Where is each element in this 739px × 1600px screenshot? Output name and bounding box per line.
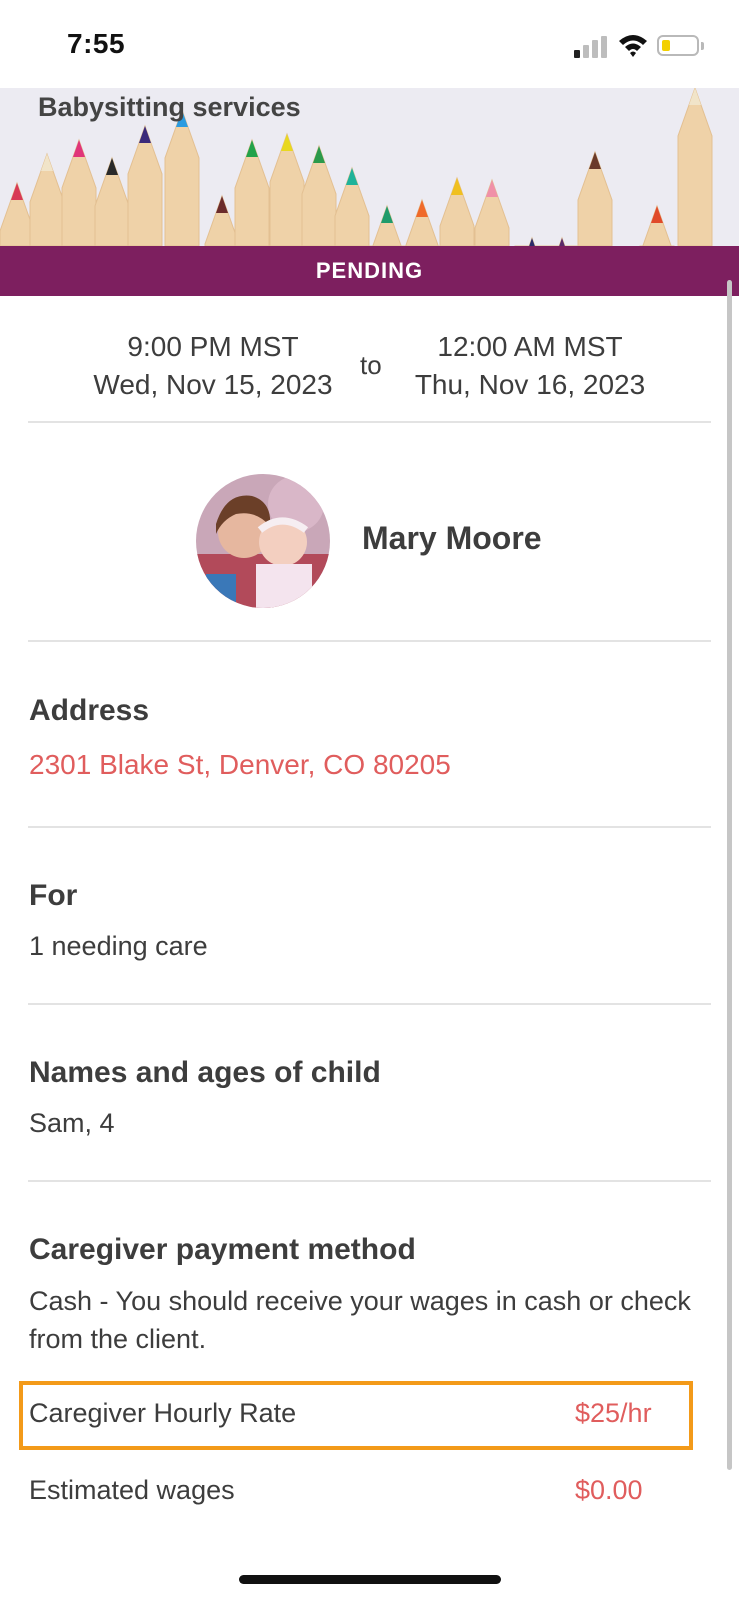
divider [28,1180,711,1182]
end-datetime: 12:00 AM MST Thu, Nov 16, 2023 [400,328,660,404]
end-time: 12:00 AM MST [437,331,623,362]
start-date: Wed, Nov 15, 2023 [93,369,333,400]
for-label: For [29,879,78,912]
divider [28,826,711,828]
client-avatar[interactable] [196,474,330,608]
for-value: 1 needing care [29,931,208,961]
divider [28,1003,711,1005]
hourly-rate-label: Caregiver Hourly Rate [29,1398,297,1428]
divider [28,640,711,642]
status-bar: 7:55 [0,0,739,88]
battery-icon [657,35,699,56]
children-label: Names and ages of child [29,1056,381,1089]
status-time: 7:55 [67,28,126,59]
wifi-icon [619,35,647,57]
payment-method-value: Cash - You should receive your wages in … [29,1286,691,1354]
address-label: Address [29,694,150,727]
home-indicator[interactable] [239,1575,501,1584]
children-value: Sam, 4 [29,1108,115,1138]
hourly-rate-value: $25/hr [575,1398,652,1428]
end-date: Thu, Nov 16, 2023 [414,369,646,400]
address-link[interactable]: 2301 Blake St, Denver, CO 80205 [29,749,451,781]
header-banner: Babysitting services [0,88,739,246]
divider [28,421,711,423]
estimated-wages-value: $0.00 [575,1475,643,1505]
status-badge: PENDING [0,246,739,296]
service-title: Babysitting services [38,92,301,122]
start-datetime: 9:00 PM MST Wed, Nov 15, 2023 [82,328,344,404]
estimated-wages-label: Estimated wages [29,1475,235,1505]
battery-tip [701,42,704,50]
payment-method-label: Caregiver payment method [29,1233,416,1266]
client-name[interactable]: Mary Moore [362,520,542,557]
scrollbar[interactable] [727,280,732,1470]
cellular-signal-icon [574,36,608,58]
to-separator: to [360,350,382,380]
start-time: 9:00 PM MST [127,331,299,362]
